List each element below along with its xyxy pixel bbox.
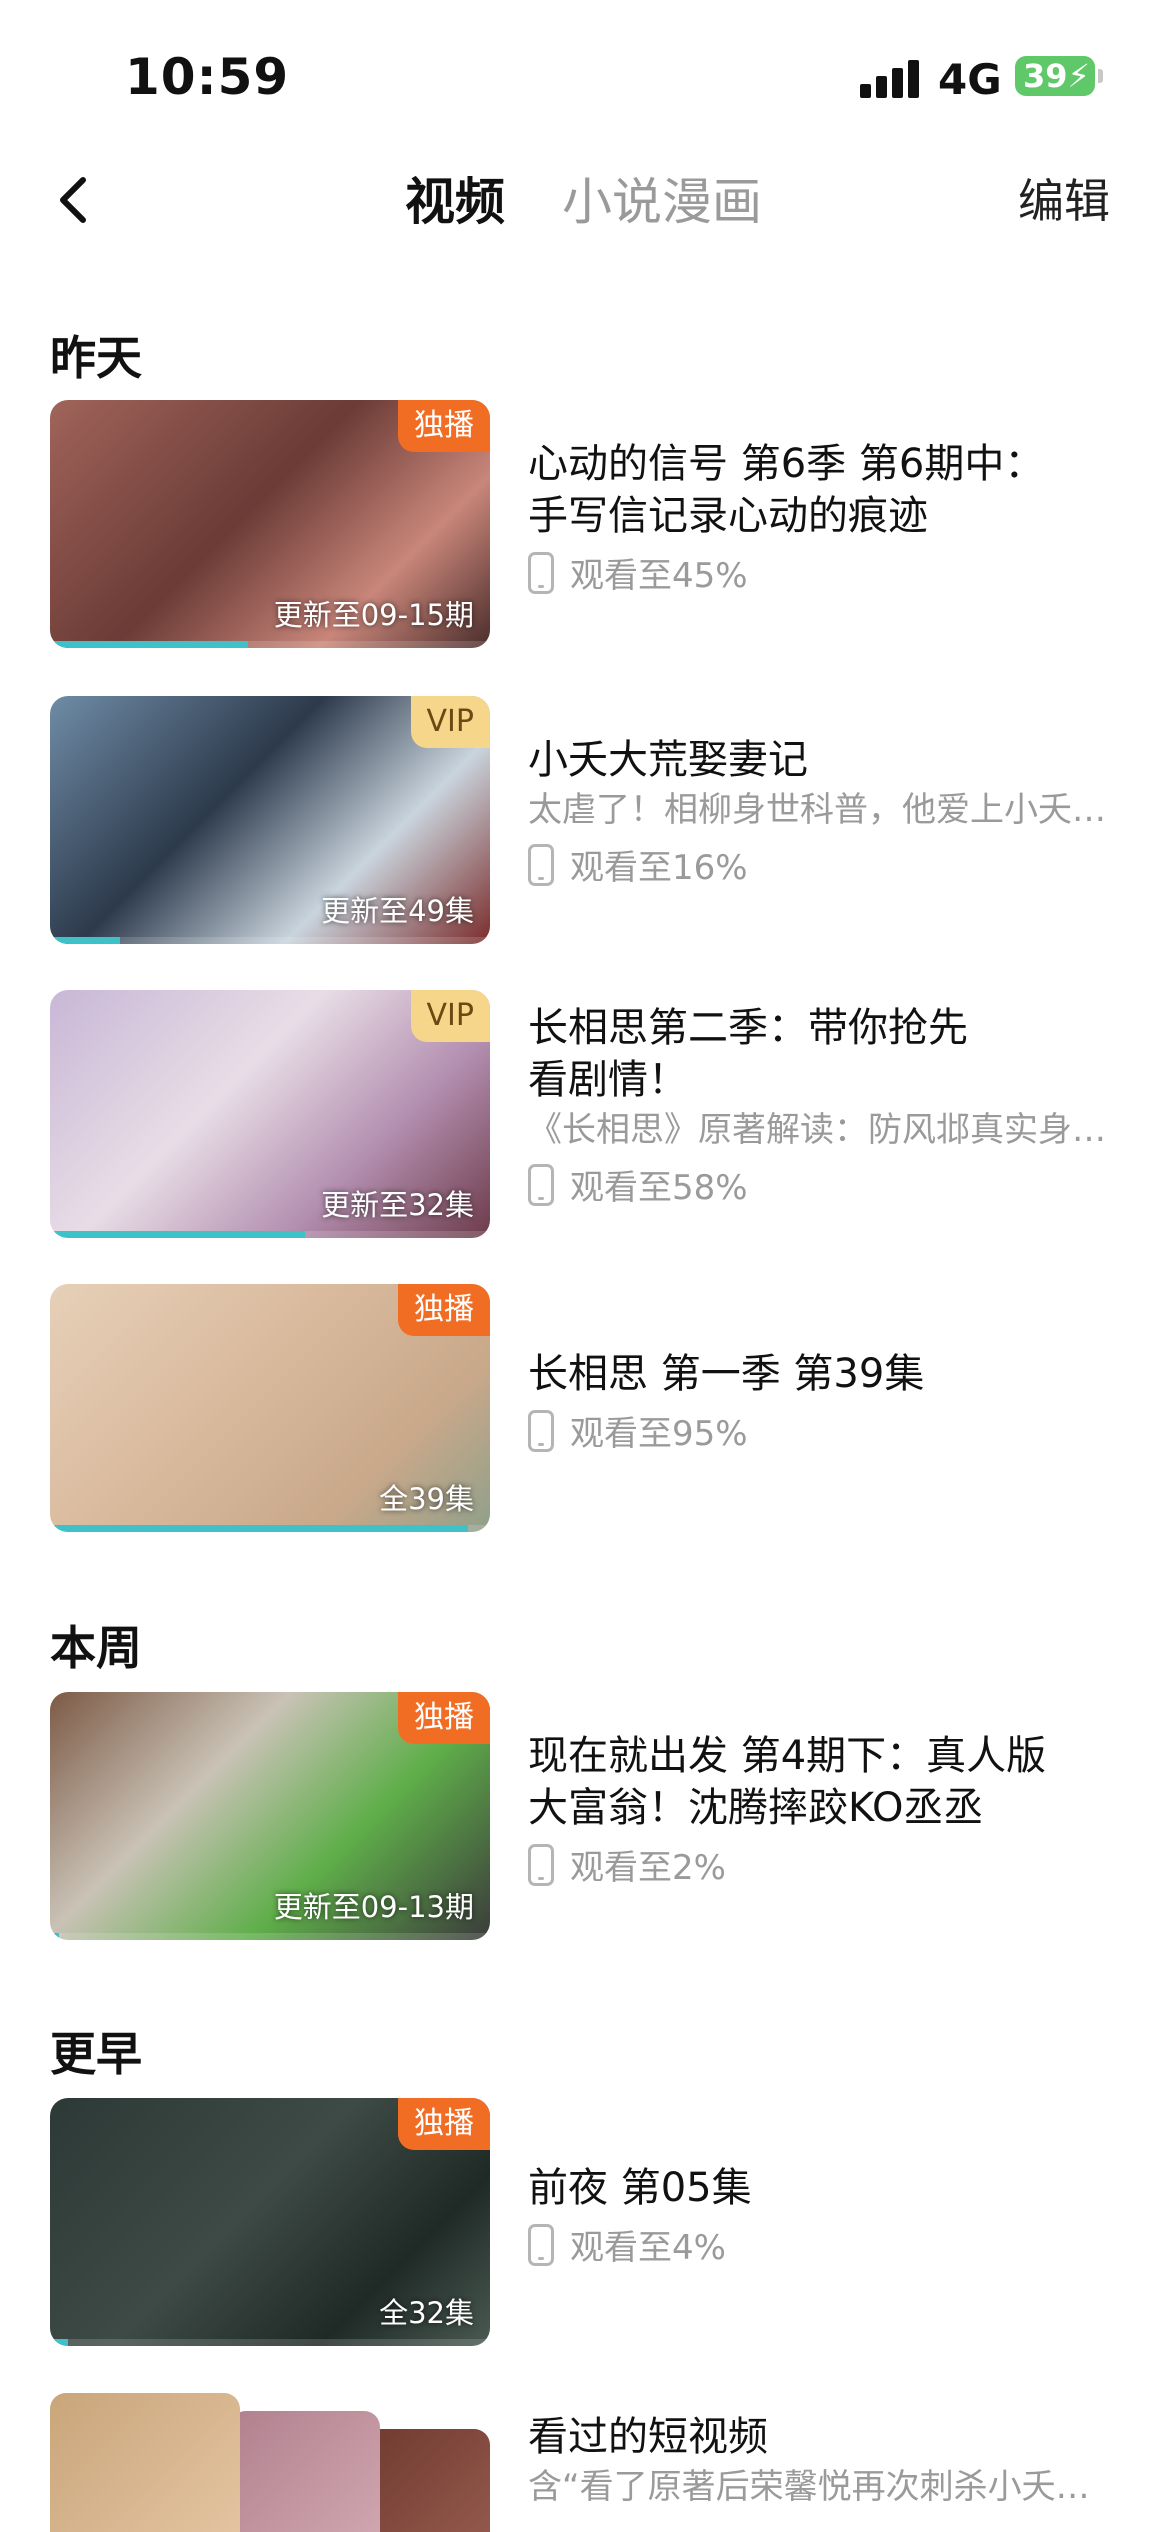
phone-icon xyxy=(528,551,554,594)
watch-progress: 观看至16% xyxy=(528,840,1128,889)
progress-bar xyxy=(50,1933,59,1940)
item-description: 太虐了！相柳身世科普，他爱上小夭… xyxy=(528,790,1106,830)
network-type: 4G xyxy=(938,55,1002,104)
nav-bar: 视频 小说漫画 编辑 xyxy=(0,150,1170,250)
section-title-this-week: 本周 xyxy=(50,1621,142,1675)
item-title-line2: 看剧情！ xyxy=(528,1057,688,1103)
item-description: 《长相思》原著解读：防风邶真实身份… xyxy=(528,1110,1118,1150)
history-item[interactable]: VIP 更新至32集 长相思第二季：带你抢先 看剧情！ 《长相思》原著解读：防风… xyxy=(50,990,1130,1238)
history-item[interactable]: 独播 全39集 长相思 第一季 第39集 观看至95% xyxy=(50,1284,1130,1532)
episode-count: 全32集 xyxy=(379,2296,474,2330)
item-title-line1: 长相思第二季：带你抢先 xyxy=(528,1005,968,1051)
update-status: 更新至09-15期 xyxy=(273,598,474,632)
video-thumbnail[interactable]: 独播 全39集 xyxy=(50,1284,490,1532)
short-video-thumbnail-stack[interactable] xyxy=(50,2393,490,2532)
progress-track xyxy=(50,1525,490,1532)
exclusive-badge: 独播 xyxy=(398,1284,490,1336)
watch-text: 观看至16% xyxy=(570,848,748,888)
progress-bar xyxy=(50,1525,468,1532)
short-video-thumb xyxy=(230,2411,380,2532)
exclusive-badge: 独播 xyxy=(398,400,490,452)
watch-progress: 观看至2% xyxy=(528,1840,1128,1889)
exclusive-badge: 独播 xyxy=(398,1692,490,1744)
phone-icon xyxy=(528,843,554,886)
phone-icon xyxy=(528,1163,554,1206)
phone-icon xyxy=(528,1409,554,1452)
tab-video[interactable]: 视频 xyxy=(405,162,505,234)
episode-count: 全39集 xyxy=(379,1482,474,1516)
watch-progress: 观看至4% xyxy=(528,2220,1128,2269)
watch-text: 观看至45% xyxy=(570,556,748,596)
watch-text: 观看至95% xyxy=(570,1414,748,1454)
watch-text: 观看至58% xyxy=(570,1168,748,1208)
progress-bar xyxy=(50,2339,68,2346)
item-title-line1: 长相思 第一季 第39集 xyxy=(528,1351,925,1397)
progress-track xyxy=(50,937,490,944)
back-icon[interactable] xyxy=(45,170,105,230)
status-bar: 10:59 4G 39⚡ xyxy=(0,0,1170,150)
vip-badge: VIP xyxy=(410,990,490,1042)
watch-progress: 观看至45% xyxy=(528,548,1128,597)
item-description: 含“看了原著后荣馨悦再次刺杀小夭… xyxy=(528,2467,1090,2507)
item-title-line2: 手写信记录心动的痕迹 xyxy=(528,493,928,539)
item-title-line1: 现在就出发 第4期下：真人版 xyxy=(528,1733,1047,1779)
video-thumbnail[interactable]: 独播 更新至09-13期 xyxy=(50,1692,490,1940)
item-title-line2: 大富翁！沈腾摔跤KO丞丞 xyxy=(528,1785,984,1831)
section-title-earlier: 更早 xyxy=(50,2027,142,2081)
item-title-line1: 前夜 第05集 xyxy=(528,2165,752,2211)
exclusive-badge: 独播 xyxy=(398,2098,490,2150)
battery-icon: 39⚡ xyxy=(1015,56,1103,96)
progress-track xyxy=(50,1933,490,1940)
status-time: 10:59 xyxy=(125,48,290,106)
progress-track xyxy=(50,2339,490,2346)
signal-icon xyxy=(860,60,920,98)
watch-text: 观看至4% xyxy=(570,2228,726,2268)
vip-badge: VIP xyxy=(410,696,490,748)
short-video-thumb xyxy=(50,2393,240,2532)
update-status: 更新至32集 xyxy=(321,1188,474,1222)
video-thumbnail[interactable]: 独播 更新至09-15期 xyxy=(50,400,490,648)
update-status: 更新至49集 xyxy=(321,894,474,928)
update-status: 更新至09-13期 xyxy=(273,1890,474,1924)
tab-novel-comic[interactable]: 小说漫画 xyxy=(562,162,762,234)
progress-bar xyxy=(50,937,121,944)
edit-button[interactable]: 编辑 xyxy=(1018,165,1110,231)
progress-track xyxy=(50,1231,490,1238)
section-title-yesterday: 昨天 xyxy=(50,331,142,385)
watch-progress: 观看至58% xyxy=(528,1160,1128,1209)
progress-bar xyxy=(50,1231,306,1238)
item-title-line1: 小夭大荒娶妻记 xyxy=(528,737,808,783)
item-title-line1: 看过的短视频 xyxy=(528,2414,768,2460)
watch-progress: 观看至95% xyxy=(528,1406,1128,1455)
phone-icon xyxy=(528,2223,554,2266)
history-item[interactable]: VIP 更新至49集 小夭大荒娶妻记 太虐了！相柳身世科普，他爱上小夭… 观看至… xyxy=(50,696,1130,944)
battery-level: 39 xyxy=(1023,57,1068,95)
phone-icon xyxy=(528,1843,554,1886)
short-video-history[interactable]: 看过的短视频 含“看了原著后荣馨悦再次刺杀小夭… xyxy=(50,2393,1130,2532)
video-thumbnail[interactable]: VIP 更新至49集 xyxy=(50,696,490,944)
history-item[interactable]: 独播 更新至09-15期 心动的信号 第6季 第6期中： 手写信记录心动的痕迹 … xyxy=(50,400,1130,648)
progress-bar xyxy=(50,641,248,648)
video-thumbnail[interactable]: 独播 全32集 xyxy=(50,2098,490,2346)
video-thumbnail[interactable]: VIP 更新至32集 xyxy=(50,990,490,1238)
history-item[interactable]: 独播 更新至09-13期 现在就出发 第4期下：真人版 大富翁！沈腾摔跤KO丞丞… xyxy=(50,1692,1130,1940)
item-title-line1: 心动的信号 第6季 第6期中： xyxy=(528,441,1045,487)
watch-text: 观看至2% xyxy=(570,1848,726,1888)
progress-track xyxy=(50,641,490,648)
history-item[interactable]: 独播 全32集 前夜 第05集 观看至4% xyxy=(50,2098,1130,2346)
